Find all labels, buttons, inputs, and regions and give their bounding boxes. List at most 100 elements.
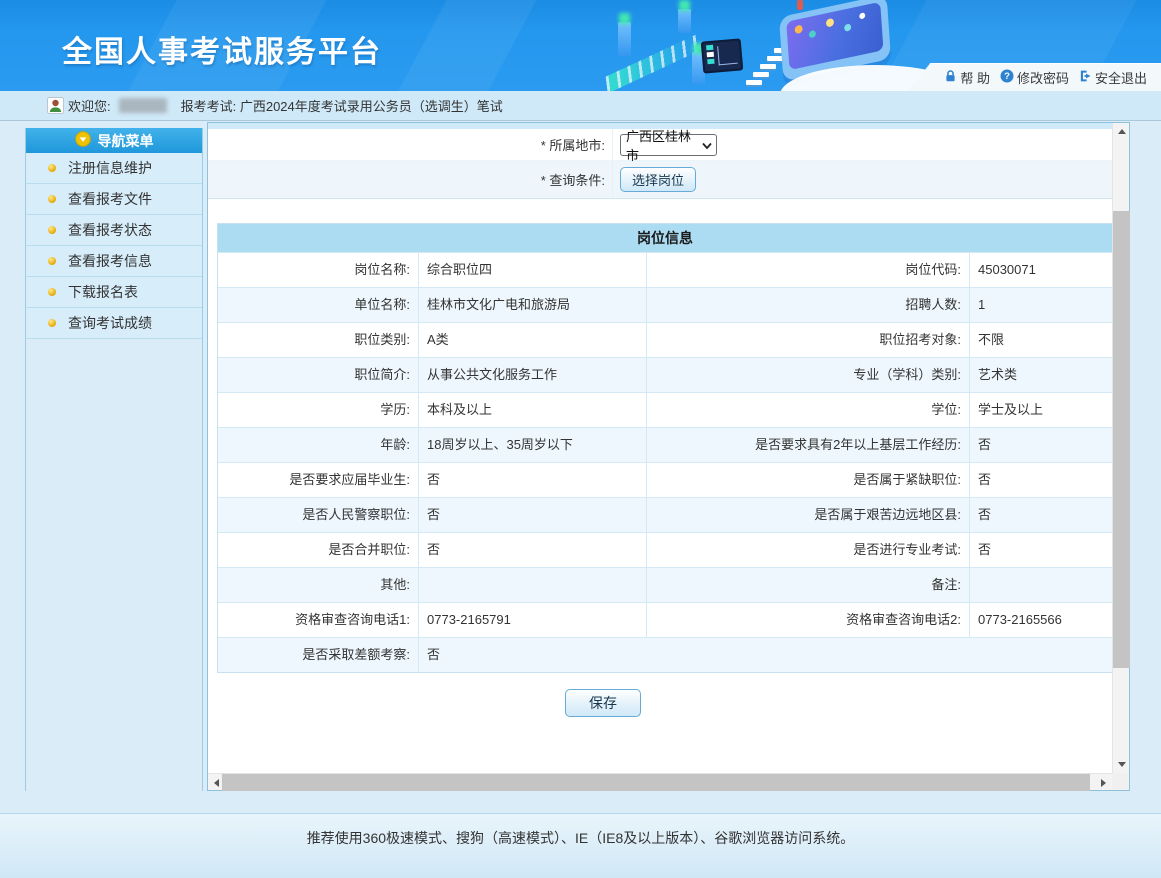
scroll-down-arrow[interactable] xyxy=(1113,756,1130,773)
nav-menu-title: 导航菜单 xyxy=(98,131,154,151)
cell-label: 是否人民警察职位: xyxy=(218,498,418,532)
sidebar-item-query-scores[interactable]: 查询考试成绩 xyxy=(26,308,202,339)
cell-label: 学位: xyxy=(646,393,969,427)
footer: 推荐使用360极速模式、搜狗（高速模式）、IE（IE8及以上版本）、谷歌浏览器访… xyxy=(0,813,1161,878)
select-chevron-icon xyxy=(702,142,712,150)
cell-label: 资格审查咨询电话2: xyxy=(646,603,969,637)
cell-value: 0773-2165791 xyxy=(418,603,646,637)
table-row: 其他: 备注: xyxy=(218,567,1112,602)
cell-value: 本科及以上 xyxy=(418,393,646,427)
horizontal-scrollbar[interactable] xyxy=(208,773,1112,790)
table-row: 职位简介: 从事公共文化服务工作 专业（学科）类别: 艺术类 xyxy=(218,357,1112,392)
help-label: 帮 助 xyxy=(960,68,990,87)
bullet-icon xyxy=(48,319,56,327)
sidebar-item-register-info[interactable]: 注册信息维护 xyxy=(26,153,202,184)
vertical-scroll-thumb[interactable] xyxy=(1113,211,1130,668)
sidebar-item-view-application-status[interactable]: 查看报考状态 xyxy=(26,215,202,246)
platform-title: 全国人事考试服务平台 xyxy=(62,27,382,71)
cell-value: 18周岁以上、35周岁以下 xyxy=(418,428,646,462)
sidebar-item-label: 查看报考信息 xyxy=(68,251,152,271)
page: 全国人事考试服务平台 帮 助 ? 修改密码 安全退出 xyxy=(0,0,1161,878)
banner-streak xyxy=(383,0,547,91)
cell-value: 0773-2165566 xyxy=(969,603,1112,637)
cell-label: 年龄: xyxy=(218,428,418,462)
change-password-link[interactable]: ? 修改密码 xyxy=(1000,68,1069,87)
cell-value: 否 xyxy=(418,533,646,567)
table-row: 是否要求应届毕业生: 否 是否属于紧缺职位: 否 xyxy=(218,462,1112,497)
svg-text:?: ? xyxy=(1004,71,1010,82)
content-frame: * 所属地市: 广西区桂林市 * 查询条件: 选择岗位 岗位信 xyxy=(208,123,1112,773)
position-info-table: 岗位信息 岗位名称: 综合职位四 岗位代码: 45030071 单位名称: 桂林… xyxy=(217,223,1112,673)
question-circle-icon: ? xyxy=(1000,69,1014,86)
logout-link[interactable]: 安全退出 xyxy=(1079,68,1147,87)
scroll-up-arrow[interactable] xyxy=(1113,123,1130,140)
cell-label: 职位简介: xyxy=(218,358,418,392)
cell-label: 备注: xyxy=(646,568,969,602)
cell-value: 不限 xyxy=(969,323,1112,357)
cell-value xyxy=(418,568,646,602)
sidebar-item-view-application-info[interactable]: 查看报考信息 xyxy=(26,246,202,277)
horizontal-scroll-thumb[interactable] xyxy=(222,774,1090,791)
cell-value: 否 xyxy=(418,638,1112,672)
sidebar-item-label: 查询考试成绩 xyxy=(68,313,152,333)
cell-label: 其他: xyxy=(218,568,418,602)
change-password-label: 修改密码 xyxy=(1017,68,1069,87)
cell-label: 是否属于艰苦边远地区县: xyxy=(646,498,969,532)
monitor-graphic xyxy=(701,38,744,73)
table-body: 岗位名称: 综合职位四 岗位代码: 45030071 单位名称: 桂林市文化广电… xyxy=(218,252,1112,672)
sidebar-item-label: 注册信息维护 xyxy=(68,158,152,178)
logout-icon xyxy=(1079,69,1092,86)
bullet-icon xyxy=(48,288,56,296)
cell-label: 岗位代码: xyxy=(646,253,969,287)
cell-label: 专业（学科）类别: xyxy=(646,358,969,392)
exam-label: 报考考试: 广西2024年度考试录用公务员（选调生）笔试 xyxy=(181,96,503,115)
table-row: 是否采取差额考察: 否 xyxy=(218,637,1112,672)
cell-value: 45030071 xyxy=(969,253,1112,287)
cell-label: 资格审查咨询电话1: xyxy=(218,603,418,637)
top-banner: 全国人事考试服务平台 帮 助 ? 修改密码 安全退出 xyxy=(0,0,1161,91)
cell-label: 是否进行专业考试: xyxy=(646,533,969,567)
logout-label: 安全退出 xyxy=(1095,68,1147,87)
cell-value: 1 xyxy=(969,288,1112,322)
table-row: 岗位名称: 综合职位四 岗位代码: 45030071 xyxy=(218,252,1112,287)
pillar-graphic xyxy=(618,22,631,56)
lock-icon xyxy=(944,69,957,86)
cell-value: 否 xyxy=(418,463,646,497)
help-link[interactable]: 帮 助 xyxy=(944,68,990,87)
cell-label: 是否要求具有2年以上基层工作经历: xyxy=(646,428,969,462)
cell-value: 否 xyxy=(969,463,1112,497)
content-panel: * 所属地市: 广西区桂林市 * 查询条件: 选择岗位 岗位信 xyxy=(207,122,1130,791)
cell-value: 否 xyxy=(418,498,646,532)
cell-value xyxy=(969,568,1112,602)
cell-label: 招聘人数: xyxy=(646,288,969,322)
sidebar-item-download-form[interactable]: 下载报名表 xyxy=(26,277,202,308)
table-row: 职位类别: A类 职位招考对象: 不限 xyxy=(218,322,1112,357)
cell-label: 是否要求应届毕业生: xyxy=(218,463,418,497)
header-illustration xyxy=(600,0,930,91)
redacted-username xyxy=(119,98,167,113)
sidebar-item-view-exam-files[interactable]: 查看报考文件 xyxy=(26,184,202,215)
person-graphic xyxy=(796,0,804,12)
city-form-row: * 所属地市: 广西区桂林市 xyxy=(208,129,1112,161)
table-title: 岗位信息 xyxy=(218,224,1112,252)
greeting-label: 欢迎您: xyxy=(68,96,111,115)
bullet-icon xyxy=(48,164,56,172)
cell-value: 从事公共文化服务工作 xyxy=(418,358,646,392)
query-form-row: * 查询条件: 选择岗位 xyxy=(208,161,1112,199)
cell-value: A类 xyxy=(418,323,646,357)
pillar-graphic xyxy=(678,9,691,33)
city-select[interactable]: 广西区桂林市 xyxy=(620,134,717,156)
query-label: * 查询条件: xyxy=(208,161,612,198)
vertical-scrollbar[interactable] xyxy=(1112,123,1129,773)
table-row: 学历: 本科及以上 学位: 学士及以上 xyxy=(218,392,1112,427)
utility-bar: 帮 助 ? 修改密码 安全退出 xyxy=(908,63,1161,91)
save-button[interactable]: 保存 xyxy=(565,689,641,717)
table-row: 是否合并职位: 否 是否进行专业考试: 否 xyxy=(218,532,1112,567)
select-post-button[interactable]: 选择岗位 xyxy=(620,167,696,192)
cell-label: 职位类别: xyxy=(218,323,418,357)
scroll-right-arrow[interactable] xyxy=(1095,774,1112,791)
sidebar-item-label: 查看报考文件 xyxy=(68,189,152,209)
cell-label: 单位名称: xyxy=(218,288,418,322)
cell-label: 岗位名称: xyxy=(218,253,418,287)
welcome-bar: 欢迎您: 报考考试: 广西2024年度考试录用公务员（选调生）笔试 xyxy=(0,91,1161,121)
